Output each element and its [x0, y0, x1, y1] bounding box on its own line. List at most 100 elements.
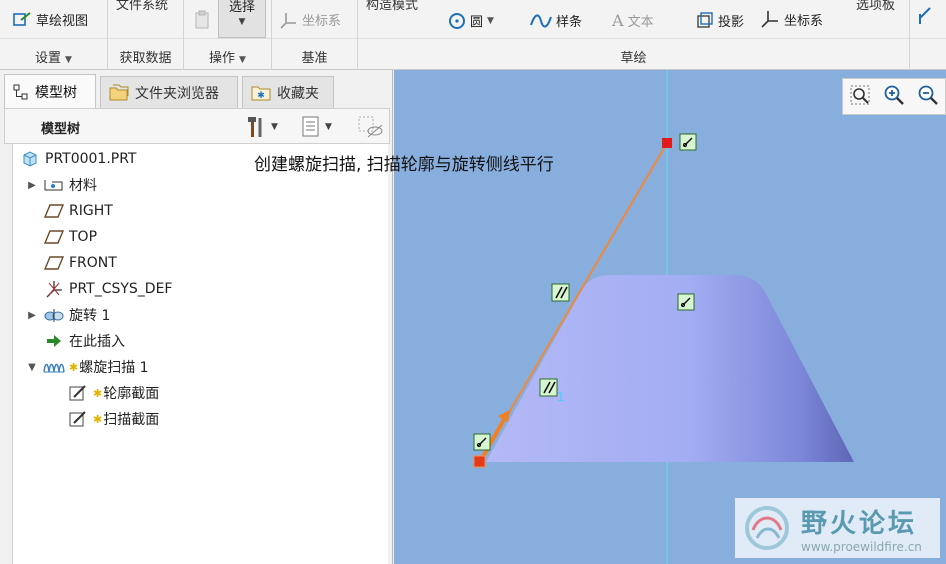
operations-group-label[interactable]: 操作 ▼ [184, 47, 271, 66]
folder-icon [109, 84, 129, 100]
tab-folder-browser[interactable]: 文件夹浏览器 [100, 76, 238, 108]
csys-disabled-button[interactable]: 坐标系 [280, 10, 341, 29]
tree-item-label: 螺旋扫描 1 [79, 360, 149, 376]
sketch-icon [67, 410, 89, 428]
hammer-wrench-icon [248, 117, 262, 137]
sketch-view-button[interactable]: 草绘视图 [12, 10, 88, 29]
csys-button[interactable]: 坐标系 [760, 9, 823, 29]
modified-star-icon: ✱ [93, 412, 103, 426]
model-tree-icon [13, 84, 28, 100]
tree-item-profile-section[interactable]: ✱ 轮廓截面 [67, 382, 159, 404]
chevron-down-icon: ▼ [271, 122, 278, 132]
circle-icon [449, 12, 465, 29]
tree-header: 模型树 ▼ ▼ [4, 108, 390, 144]
tree-item-insert-here[interactable]: 在此插入 [43, 330, 125, 352]
tree-item-label: 在此插入 [69, 334, 125, 350]
parallel-constraint-icon[interactable] [551, 283, 570, 302]
zoom-out-icon[interactable] [917, 84, 939, 110]
tree-item-csys[interactable]: PRT_CSYS_DEF [43, 278, 172, 300]
tree-item-top[interactable]: TOP [43, 226, 97, 248]
tab-model-tree[interactable]: 模型树 [4, 74, 96, 109]
construct-mode-button[interactable]: 构造模式 [366, 0, 418, 13]
insert-arrow-icon [43, 332, 65, 350]
project-button[interactable]: 投影 [696, 11, 744, 30]
datum-plane-icon [43, 202, 65, 220]
watermark-url: www.proewildfire.cn [801, 539, 922, 554]
sketch-view-icon [13, 11, 31, 26]
csys-icon [761, 11, 778, 28]
chevron-down-icon[interactable]: ▼ [25, 362, 39, 373]
circle-button[interactable]: 圆 ▼ [448, 11, 494, 30]
watermark: 野火论坛 www.proewildfire.cn [735, 498, 940, 558]
datum-plane-icon [43, 228, 65, 246]
material-icon [43, 176, 65, 194]
parallel-constraint-icon[interactable] [539, 378, 558, 397]
revolve-solid[interactable] [486, 275, 854, 462]
options-button[interactable]: 选项板 [856, 0, 895, 13]
palette-icon[interactable] [916, 4, 940, 32]
get-data-group-label: 获取数据 [119, 51, 172, 66]
tree-item-label: 轮廓截面 [103, 386, 160, 402]
file-system-button[interactable]: 文件系统 [116, 0, 168, 13]
project-icon [697, 11, 713, 28]
tab-favorites[interactable]: ✱ 收藏夹 [242, 76, 334, 108]
tree-item-helical-sweep[interactable]: ▼ ✱ 螺旋扫描 1 [25, 356, 149, 378]
panel-tabs: 模型树 文件夹浏览器 ✱ 收藏夹 [4, 74, 390, 109]
tree-item-front[interactable]: FRONT [43, 252, 117, 274]
tree-item-label: RIGHT [69, 203, 113, 219]
tree-settings-button[interactable]: ▼ [245, 115, 278, 139]
spline-button[interactable]: 样条 [530, 11, 582, 30]
datum-group-label: 基准 [301, 51, 328, 66]
tree-item-sweep-section[interactable]: ✱ 扫描截面 [67, 408, 159, 430]
tree-columns-button[interactable]: ▼ [301, 115, 332, 139]
select-button[interactable]: 选择 ▼ [218, 0, 266, 38]
refit-icon[interactable] [849, 84, 871, 110]
sketch-icon [67, 384, 89, 402]
revolve-icon [43, 306, 65, 324]
datum-plane-icon [43, 254, 65, 272]
text-tool-icon: A [612, 11, 624, 30]
graphics-viewport[interactable]: 1 野火论坛 www.proewildfire.cn [394, 70, 946, 564]
sketch-canvas[interactable]: 1 [394, 70, 946, 564]
chevron-down-icon: ▼ [65, 55, 72, 65]
modified-star-icon: ✱ [69, 360, 79, 374]
chevron-down-icon: ▼ [238, 17, 246, 27]
tree-item-material[interactable]: ▶ 材料 [25, 174, 97, 196]
tree-item-revolve[interactable]: ▶ 旋转 1 [25, 304, 110, 326]
end-point-marker[interactable] [662, 138, 672, 148]
view-toolbar [842, 78, 946, 115]
operations-group: 选择 ▼ 操作 ▼ [184, 0, 272, 70]
point-on-entity-icon[interactable] [473, 433, 491, 451]
chevron-down-icon: ▼ [239, 55, 246, 65]
ribbon: 草绘视图 设置 ▼ 文件系统 获取数据 选择 ▼ 操作 ▼ 坐标系 基准 构造模… [0, 0, 946, 70]
tree-item-root[interactable]: PRT0001.PRT [19, 148, 137, 170]
tree-filter-button[interactable] [357, 115, 385, 143]
csys-icon [280, 12, 296, 29]
tree-item-label: FRONT [69, 255, 117, 271]
left-panel: 模型树 文件夹浏览器 ✱ 收藏夹 模型树 ▼ ▼ PRT0001.PRT ▶ 材… [0, 70, 393, 564]
csys-icon [43, 280, 65, 298]
show-hide-icon [358, 116, 383, 138]
tree-item-right[interactable]: RIGHT [43, 200, 113, 222]
model-tree: PRT0001.PRT ▶ 材料 RIGHT TOP FRONT PRT_CSY… [12, 144, 388, 564]
start-point-marker[interactable] [473, 455, 486, 468]
point-on-entity-icon[interactable] [677, 293, 695, 311]
text-button[interactable]: A 文本 [612, 11, 654, 30]
list-icon [302, 116, 319, 137]
chevron-right-icon[interactable]: ▶ [25, 310, 39, 321]
tree-item-label: TOP [69, 229, 98, 245]
settings-group-label[interactable]: 设置 ▼ [0, 47, 107, 66]
zoom-in-icon[interactable] [883, 84, 905, 110]
select-label: 选择 [228, 0, 255, 15]
paste-icon[interactable] [192, 10, 212, 34]
annotation-text: 创建螺旋扫描, 扫描轮廓与旋转侧线平行 [254, 155, 554, 175]
watermark-title: 野火论坛 [801, 508, 918, 539]
datum-group: 坐标系 基准 [272, 0, 358, 70]
sketch-view-label: 草绘视图 [36, 14, 89, 29]
chevron-right-icon[interactable]: ▶ [25, 180, 39, 191]
tree-item-label: PRT0001.PRT [45, 151, 137, 167]
settings-group: 草绘视图 设置 ▼ [0, 0, 108, 70]
get-data-group: 文件系统 获取数据 [108, 0, 184, 70]
tree-item-label: 扫描截面 [103, 412, 160, 428]
point-on-entity-icon[interactable] [679, 133, 697, 151]
